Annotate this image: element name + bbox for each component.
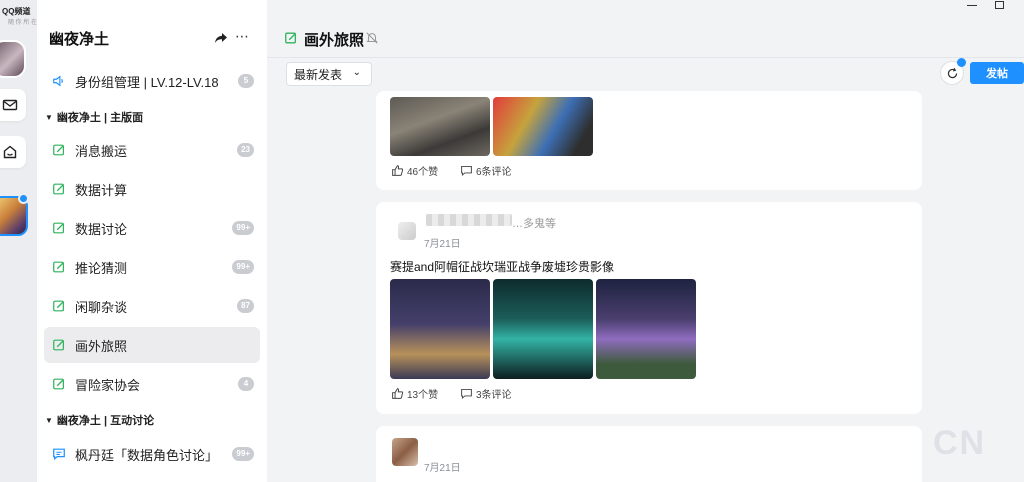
like-count: 13个赞 (407, 390, 439, 401)
post-card[interactable]: 46个赞 6条评论 (376, 91, 922, 190)
guild-title: 幽夜净土 (49, 31, 110, 48)
edit-channel-icon (285, 32, 297, 44)
post-image[interactable] (390, 279, 490, 379)
caret-down-icon: ▼ (45, 112, 53, 122)
sidebar-item-channel[interactable]: 冒险家协会 4 (44, 366, 260, 402)
sort-label: 最新发表 (294, 67, 343, 82)
sidebar-item-label: 消息搬运 (75, 143, 128, 159)
channel-title: 画外旅照 (304, 32, 365, 49)
edit-channel-icon (51, 220, 67, 236)
thumbs-up-icon (392, 165, 404, 176)
comment-icon (461, 165, 472, 177)
post-date: 7月21日 (424, 463, 461, 474)
watermark: CN (933, 424, 987, 462)
comment-count: 6条评论 (476, 167, 512, 178)
group-label: 幽夜净土 | 互动讨论 (56, 415, 155, 427)
channel-group-discussion[interactable]: ▼ 幽夜净土 | 互动讨论 (45, 412, 154, 428)
edit-channel-icon (51, 142, 67, 158)
post-card[interactable]: …多鬼等 7月21日 赛提and阿帽征战坎瑞亚战争废墟珍贵影像 13个赞 3条评… (376, 202, 922, 414)
comment-count: 3条评论 (476, 390, 512, 401)
unread-badge: 99+ (232, 221, 254, 235)
post-card[interactable]: 7月21日 (376, 426, 922, 482)
sidebar-item-channel[interactable]: 数据计算 (44, 171, 260, 207)
author-name: …多鬼等 (512, 218, 556, 230)
comment-button[interactable]: 6条评论 (460, 163, 512, 178)
like-button[interactable]: 13个赞 (391, 386, 438, 401)
channel-sidebar: 幽夜净土 ⋯ 身份组管理 | LV.12-LV.18 5 ▼ 幽夜净土 | 主版… (37, 0, 267, 482)
user-avatar[interactable] (0, 40, 26, 78)
channel-group-main[interactable]: ▼ 幽夜净土 | 主版面 (45, 109, 143, 125)
home-icon[interactable] (0, 136, 26, 168)
comment-button[interactable]: 3条评论 (460, 386, 512, 401)
chevron-down-icon: ⌄ (352, 67, 361, 78)
maximize-icon[interactable] (995, 1, 1004, 9)
more-icon[interactable]: ⋯ (235, 28, 250, 45)
guild-rail: QQ频道 随 你 所 在 (0, 0, 37, 482)
edit-channel-icon (51, 376, 67, 392)
unread-badge: 5 (238, 74, 254, 88)
sidebar-item-label: 推论猜测 (75, 260, 128, 276)
post-image[interactable] (493, 97, 593, 156)
sidebar-item-channel[interactable]: 数据讨论 99+ (44, 210, 260, 246)
post-date: 7月21日 (424, 239, 461, 250)
edit-channel-icon (51, 181, 67, 197)
edit-channel-icon (51, 337, 67, 353)
post-button[interactable]: 发帖 (970, 62, 1024, 84)
unread-badge: 87 (237, 299, 254, 313)
channel-header: 画外旅照 (267, 0, 1024, 58)
share-icon[interactable] (213, 30, 229, 46)
author-name-blurred (426, 214, 512, 226)
post-image[interactable] (390, 97, 490, 156)
refresh-icon (947, 67, 957, 78)
sidebar-item-channel[interactable]: 枫丹廷「数据角色讨论」 99+ (44, 436, 260, 472)
sidebar-item-label: 画外旅照 (75, 338, 128, 354)
sidebar-item-channel-active[interactable]: 画外旅照 (44, 327, 260, 363)
app-brand: QQ频道 (2, 7, 31, 16)
minimize-icon[interactable] (967, 5, 977, 6)
thumbs-up-icon (392, 388, 404, 399)
edit-channel-icon (51, 259, 67, 275)
sidebar-item-label: 冒险家协会 (75, 377, 141, 393)
refresh-dot (957, 58, 966, 67)
unread-badge: 99+ (232, 447, 254, 461)
like-button[interactable]: 46个赞 (391, 163, 438, 178)
sidebar-item-channel[interactable]: 闲聊杂谈 87 (44, 288, 260, 324)
like-count: 46个赞 (407, 167, 439, 178)
sidebar-item-label: 身份组管理 | LV.12-LV.18 (75, 74, 219, 90)
main-panel: 画外旅照 最新发表 ⌄ 发帖 46个赞 6条评论 …多鬼等 7月21日 赛提an… (267, 0, 1024, 482)
sidebar-item-label: 枫丹廷「数据角色讨论」 (75, 447, 219, 463)
mail-icon[interactable] (0, 89, 26, 121)
post-image[interactable] (493, 279, 593, 379)
author-avatar[interactable] (392, 438, 418, 466)
post-image[interactable] (596, 279, 696, 379)
sidebar-item-channel[interactable]: 消息搬运 23 (44, 132, 260, 168)
chat-channel-icon (51, 446, 67, 462)
sidebar-item-label: 数据讨论 (75, 221, 128, 237)
sidebar-item-channel[interactable]: 推论猜测 99+ (44, 249, 260, 285)
caret-down-icon: ▼ (45, 415, 53, 425)
sidebar-item-label: 数据计算 (75, 182, 128, 198)
mute-bell-icon[interactable] (365, 31, 379, 45)
sidebar-item-role-management[interactable]: 身份组管理 | LV.12-LV.18 5 (44, 63, 260, 99)
author-avatar[interactable] (398, 222, 416, 240)
post-text[interactable]: 赛提and阿帽征战坎瑞亚战争废墟珍贵影像 (390, 258, 614, 275)
edit-channel-icon (51, 298, 67, 314)
speaker-icon (51, 73, 67, 89)
app-brand-sub: 随 你 所 在 (8, 20, 37, 26)
sidebar-item-label: 闲聊杂谈 (75, 299, 128, 315)
unread-badge: 23 (237, 143, 254, 157)
sort-select[interactable]: 最新发表 ⌄ (286, 62, 372, 86)
group-label: 幽夜净土 | 主版面 (56, 112, 144, 124)
unread-badge: 99+ (232, 260, 254, 274)
comment-icon (461, 388, 472, 400)
guild-unread-dot (18, 193, 29, 204)
unread-badge: 4 (238, 377, 254, 391)
